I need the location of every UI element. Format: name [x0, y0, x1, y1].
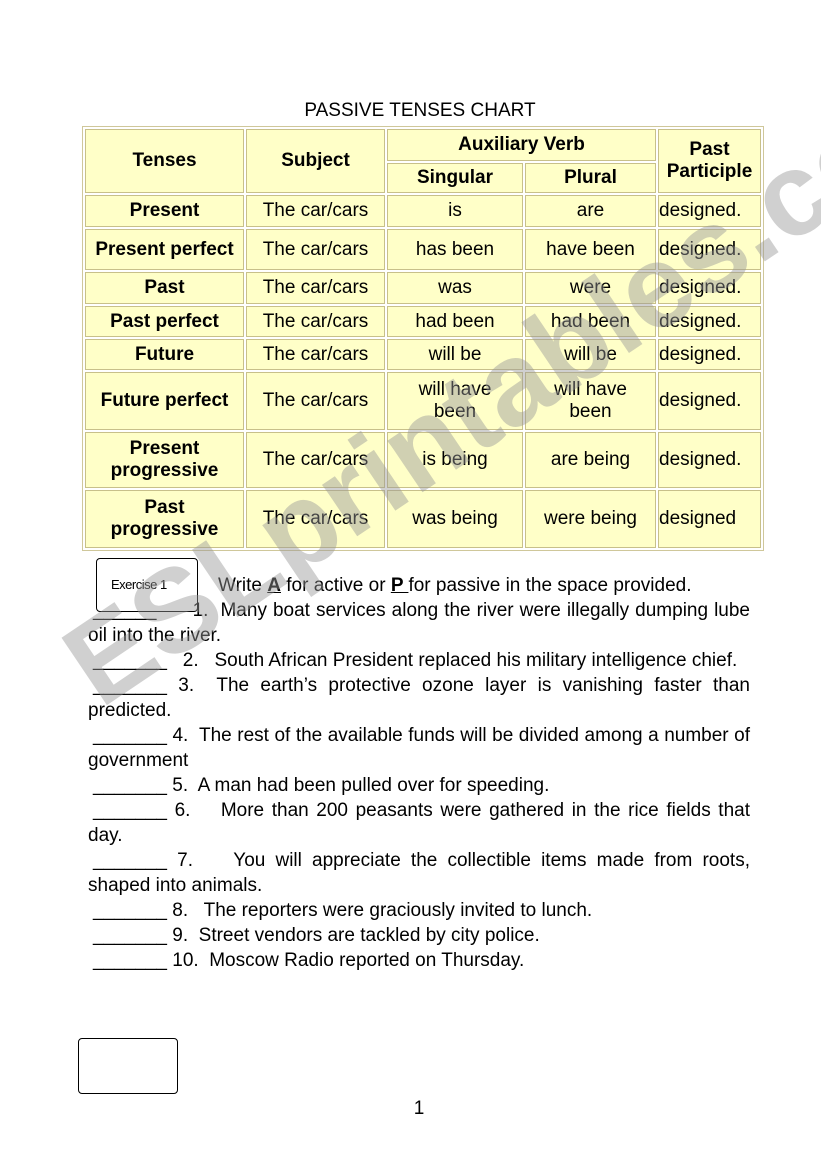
table-row: Present The car/cars is are designed.	[85, 195, 761, 227]
tense-cell: Present progressive	[85, 432, 244, 488]
header-subject: Subject	[246, 129, 385, 193]
plural-cell: will have been	[525, 372, 656, 430]
subject-cell: The car/cars	[246, 432, 385, 488]
singular-cell: will be	[387, 339, 523, 370]
singular-cell: was being	[387, 490, 523, 548]
subject-cell: The car/cars	[246, 272, 385, 304]
singular-cell: has been	[387, 229, 523, 270]
plural-cell: were being	[525, 490, 656, 548]
table-row: Past progressive The car/cars was being wer…	[85, 490, 761, 548]
plural-cell: are being	[525, 432, 656, 488]
instr-text: for passive in the space provided.	[408, 575, 692, 596]
exercise-item: _______ 8. The reporters were graciously…	[93, 900, 593, 921]
empty-scroll-box	[78, 1038, 178, 1094]
exercise-item: _______ 4. The rest of the available fun…	[88, 725, 756, 771]
header-tenses: Tenses	[85, 129, 244, 193]
tense-cell: Future perfect	[85, 372, 244, 430]
tense-cell: Past	[85, 272, 244, 304]
participle-cell: designed.	[658, 432, 761, 488]
exercise-item: _______ 2. South African President repla…	[93, 650, 738, 671]
header-plural: Plural	[525, 163, 656, 193]
instr-p: P	[390, 575, 409, 596]
participle-cell: designed.	[658, 306, 761, 337]
page-number: 1	[413, 1098, 425, 1119]
table-row: Present progressive The car/cars is being a…	[85, 432, 761, 488]
tense-cell: Future	[85, 339, 244, 370]
header-past-participle: Past Participle	[658, 129, 761, 193]
subject-cell: The car/cars	[246, 490, 385, 548]
participle-cell: designed	[658, 490, 761, 548]
table-row: Future perfect The car/cars will have been…	[85, 372, 761, 430]
exercise-instructions: Write A for active or P for passive in t…	[88, 573, 750, 598]
singular-cell: is being	[387, 432, 523, 488]
tense-cell: Present	[85, 195, 244, 227]
exercise-item: _______ 9. Street vendors are tackled by…	[93, 925, 540, 946]
participle-cell: designed.	[658, 272, 761, 304]
plural-cell: were	[525, 272, 656, 304]
page-title: PASSIVE TENSES CHART	[304, 100, 536, 121]
exercise-item: _______ 10. Moscow Radio reported on Thu…	[93, 950, 525, 971]
singular-cell: will have been	[387, 372, 523, 430]
table-row: Past The car/cars was were designed.	[85, 272, 761, 304]
participle-cell: designed.	[658, 372, 761, 430]
tense-cell: Past progressive	[85, 490, 244, 548]
subject-cell: The car/cars	[246, 229, 385, 270]
exercise-item: _______ 6. More than 200 peasants were g…	[88, 800, 756, 846]
participle-cell: designed.	[658, 195, 761, 227]
participle-cell: designed.	[658, 229, 761, 270]
singular-cell: had been	[387, 306, 523, 337]
instr-text: Write	[218, 575, 268, 596]
plural-cell: are	[525, 195, 656, 227]
table-row: Present perfect The car/cars has been have …	[85, 229, 761, 270]
table-row: Past perfect The car/cars had been had been…	[85, 306, 761, 337]
tense-cell: Present perfect	[85, 229, 244, 270]
subject-cell: The car/cars	[246, 195, 385, 227]
exercise-item: _______ 5. A man had been pulled over fo…	[93, 775, 550, 796]
header-auxiliary-verb: Auxiliary Verb	[387, 129, 656, 161]
plural-cell: will be	[525, 339, 656, 370]
instr-a: A	[267, 575, 281, 596]
exercise-item: _______ 3. The earth’s protective ozone …	[88, 675, 756, 721]
passive-tenses-table: Tenses Subject Auxiliary Verb Past Parti…	[82, 126, 764, 551]
exercise-item: ______ 1. Many boat services along the r…	[88, 600, 756, 646]
header-singular: Singular	[387, 163, 523, 193]
table-row: Future The car/cars will be will be designed…	[85, 339, 761, 370]
singular-cell: is	[387, 195, 523, 227]
participle-cell: designed.	[658, 339, 761, 370]
subject-cell: The car/cars	[246, 306, 385, 337]
exercise-body: Write A for active or P for passive in t…	[88, 573, 750, 973]
singular-cell: was	[387, 272, 523, 304]
plural-cell: had been	[525, 306, 656, 337]
plural-cell: have been	[525, 229, 656, 270]
subject-cell: The car/cars	[246, 372, 385, 430]
tense-cell: Past perfect	[85, 306, 244, 337]
subject-cell: The car/cars	[246, 339, 385, 370]
exercise-item: _______ 7. You will appreciate the colle…	[88, 850, 756, 896]
instr-text: for active or	[281, 575, 391, 596]
